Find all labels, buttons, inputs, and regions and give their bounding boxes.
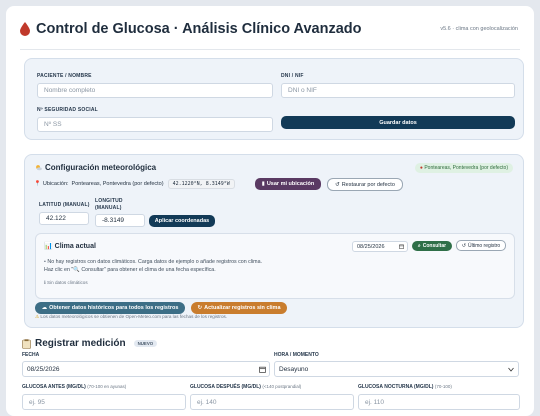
- update-records-label: Actualizar registros sin clima: [204, 305, 281, 311]
- last-record-button[interactable]: ↺ Último registro: [456, 240, 506, 251]
- glucose-night-input[interactable]: ej. 110: [358, 394, 520, 410]
- version-text: v5.6 · clima con geolocalización: [440, 26, 518, 32]
- glucose-before-hint: (70-100 en ayunas): [87, 384, 127, 389]
- info-icon: ℹ: [44, 280, 46, 285]
- location-pin-icon: 📍: [34, 180, 41, 187]
- lon-label-2: (MANUAL): [95, 205, 122, 211]
- glucose-after-label: GLUCOSA DESPUÉS (MG/DL) (<140 postprandi…: [190, 384, 301, 390]
- page-header: Control de Glucosa · Análisis Clínico Av…: [20, 20, 520, 50]
- patient-name-input[interactable]: Nombre completo: [37, 83, 273, 98]
- ss-label: Nº SEGURIDAD SOCIAL: [37, 107, 98, 113]
- use-location-label: Usar mi ubicación: [266, 181, 315, 187]
- location-badge-text: Ponteareas, Pontevedra (por defecto): [424, 165, 508, 171]
- save-patient-button[interactable]: Guardar datos: [281, 116, 515, 129]
- restore-default-button[interactable]: ↺ Restaurar por defecto: [327, 178, 403, 191]
- cloud-icon: ☁: [41, 305, 48, 311]
- location-row: 📍 Ubicación: Ponteareas, Pontevedra (por…: [34, 177, 235, 190]
- update-records-button[interactable]: ↻ Actualizar registros sin clima: [191, 302, 287, 314]
- search-icon: ⌕: [417, 243, 421, 249]
- moment-select[interactable]: Desayuno: [274, 361, 519, 377]
- phone-icon: ▮: [261, 181, 265, 187]
- box-icon: ▪: [44, 259, 46, 265]
- lon-input[interactable]: -8.3149: [95, 214, 145, 227]
- glucose-after-hint: (<140 postprandial): [262, 384, 302, 389]
- location-badge: ● Ponteareas, Pontevedra (por defecto): [414, 163, 513, 173]
- lat-input[interactable]: 42.122: [39, 212, 89, 225]
- clima-panel: 📊 Clima actual 08/25/2026 ⌕ Consultar ↺ …: [35, 233, 515, 299]
- new-badge: NUEVO: [133, 340, 158, 347]
- glucose-after-label-text: GLUCOSA DESPUÉS (MG/DL): [190, 384, 261, 390]
- apply-coords-button[interactable]: Aplicar coordenadas: [149, 215, 215, 227]
- date-input[interactable]: 08/25/2026: [22, 361, 270, 377]
- page-title: Control de Glucosa · Análisis Clínico Av…: [36, 21, 362, 37]
- pin-icon: ●: [419, 165, 423, 171]
- ss-input[interactable]: Nº SS: [37, 117, 273, 132]
- last-record-label: Último registro: [467, 242, 501, 249]
- app-page: Control de Glucosa · Análisis Clínico Av…: [6, 6, 534, 416]
- dni-label: DNI / NIF: [281, 73, 304, 79]
- moment-value: Desayuno: [279, 365, 309, 373]
- register-title: Registrar medición NUEVO: [22, 338, 158, 349]
- glucose-night-hint: (70-100): [434, 384, 452, 389]
- register-title-text: Registrar medición: [35, 338, 126, 349]
- meteo-title: Configuración meteorológica: [35, 163, 156, 172]
- clima-message-2: Haz clic en "🔍 Consultar" para obtener e…: [44, 267, 216, 273]
- refresh-icon: ↺: [461, 242, 466, 249]
- location-label: Ubicación:: [42, 180, 69, 187]
- meteo-note-text: Los datos meteorológicos se obtienen de …: [40, 314, 228, 319]
- calendar-icon: [399, 244, 404, 249]
- glucose-night-label: GLUCOSA NOCTURNA (MG/DL) (70-100): [358, 384, 452, 390]
- glucose-night-label-text: GLUCOSA NOCTURNA (MG/DL): [358, 384, 434, 390]
- historic-data-button[interactable]: ☁ Obtener datos históricos para todos lo…: [35, 302, 185, 314]
- moment-label: HORA / MOMENTO: [274, 352, 319, 358]
- consult-button[interactable]: ⌕ Consultar: [412, 241, 452, 251]
- glucose-before-label: GLUCOSA ANTES (MG/DL) (70-100 en ayunas): [22, 384, 126, 390]
- blood-drop-icon: [20, 22, 30, 36]
- lat-label: LATITUD (MANUAL): [39, 202, 90, 208]
- date-label: FECHA: [22, 352, 40, 358]
- sun-cloud-icon: [36, 165, 42, 171]
- clima-title-text: Clima actual: [54, 243, 96, 250]
- restore-icon: ↺: [335, 181, 340, 188]
- meteo-title-text: Configuración meteorológica: [45, 163, 157, 172]
- clima-date-value: 08/25/2026: [357, 243, 385, 250]
- sync-icon: ↻: [197, 305, 203, 311]
- dni-input[interactable]: DNI o NIF: [281, 83, 515, 98]
- warning-icon: ⚠: [35, 314, 40, 319]
- lon-label-1: LONGITUD: [95, 198, 123, 204]
- glucose-before-input[interactable]: ej. 95: [22, 394, 186, 410]
- clima-date-input[interactable]: 08/25/2026: [352, 241, 408, 252]
- consult-label: Consultar: [422, 243, 447, 249]
- use-location-button[interactable]: ▮ Usar mi ubicación: [255, 178, 321, 190]
- historic-data-label: Obtener datos históricos para todos los …: [49, 305, 179, 311]
- calendar-icon: [259, 366, 266, 373]
- clima-message-3: ℹ Sin datos climáticos: [44, 280, 88, 286]
- clima-message-3-text: Sin datos climáticos: [47, 280, 88, 285]
- chart-icon: 📊: [44, 243, 53, 250]
- clima-message-1: ▪ No hay registros con datos climáticos.…: [44, 259, 262, 265]
- meteo-note: ⚠ Los datos meteorológicos se obtienen d…: [35, 314, 227, 320]
- date-value: 08/25/2026: [27, 365, 60, 373]
- clipboard-icon: [22, 338, 31, 349]
- patient-name-label: PACIENTE / NOMBRE: [37, 73, 92, 79]
- restore-label: Restaurar por defecto: [341, 181, 395, 188]
- meteo-card: Configuración meteorológica ● Ponteareas…: [24, 154, 524, 328]
- location-value: Ponteareas, Pontevedra (por defecto): [71, 180, 164, 187]
- clima-title: 📊 Clima actual: [44, 242, 96, 250]
- glucose-before-label-text: GLUCOSA ANTES (MG/DL): [22, 384, 86, 390]
- chevron-down-icon: [508, 367, 514, 372]
- coords-chip: 42.1220°N, 8.3149°W: [167, 178, 235, 189]
- glucose-after-input[interactable]: ej. 140: [190, 394, 354, 410]
- patient-card: PACIENTE / NOMBRE Nombre completo DNI / …: [24, 58, 524, 140]
- clima-message-1-text: No hay registros con datos climáticos. C…: [47, 259, 263, 265]
